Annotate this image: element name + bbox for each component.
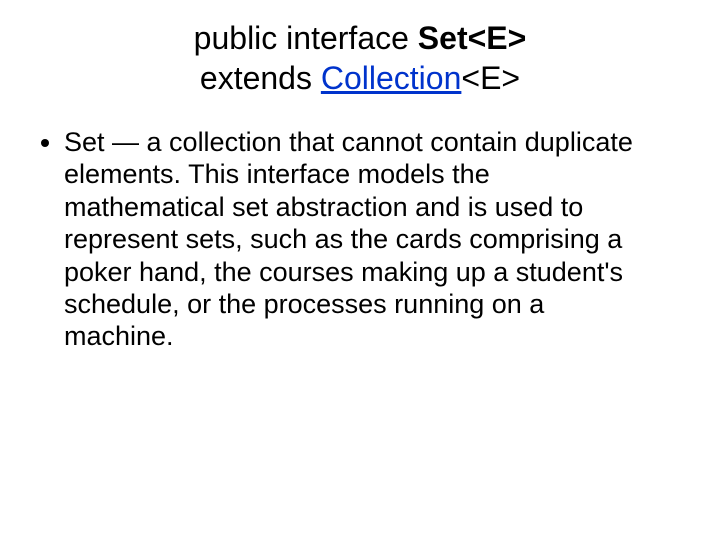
title-extends: extends [200,60,321,96]
bullet-item: Set — a collection that cannot contain d… [64,126,684,353]
bullet-list: Set — a collection that cannot contain d… [36,126,684,353]
slide: public interface Set<E> extends Collecti… [0,0,720,540]
collection-link[interactable]: Collection [321,60,462,96]
slide-title: public interface Set<E> extends Collecti… [36,18,684,98]
title-interface-name: Set<E> [418,20,527,56]
title-prefix: public interface [194,20,418,56]
title-generic-suffix: <E> [461,60,520,96]
